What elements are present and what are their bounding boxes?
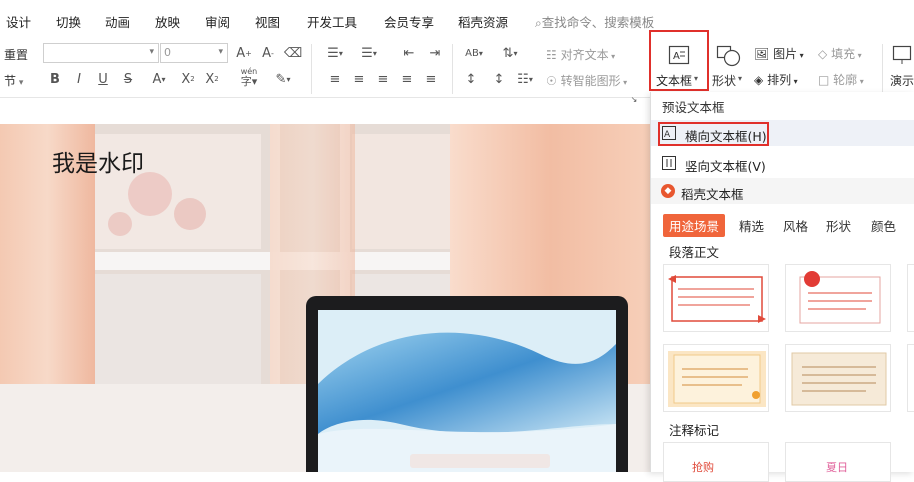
picture-icon: 🖼 [754,47,770,61]
template-thumbnail[interactable] [663,264,769,332]
search-box[interactable]: ⌕查找命令、搜索模板 [535,12,654,31]
smartart-button[interactable]: ☉ 转智能图形 ▾ [546,72,627,89]
vertical-textbox-icon [662,156,676,170]
align-center-icon[interactable]: ≡ [350,70,368,88]
grow-font-icon[interactable]: A + [234,44,254,62]
template-thumbnail[interactable]: 夏日 [785,442,891,482]
ribbon-toolbar: 重置 节 ▾ ▾ 0 ▾ A + A- ⌫ B I U S A ▾ X2 X2 wén… [0,30,914,104]
menu-review[interactable]: 审阅 [205,12,230,31]
tab-featured[interactable]: 精选 [739,216,764,235]
present-icon [892,45,912,64]
distribute-icon[interactable]: ≡ [422,70,440,88]
columns-icon[interactable]: ☷ ▾ [512,70,538,88]
menu-view[interactable]: 视图 [255,12,280,31]
docer-textbox-section: ◆ 稻壳文本框 [651,178,914,204]
chevron-down-icon: ▾ [149,47,154,57]
chevron-down-icon: ▾ [738,74,743,83]
align-right-icon[interactable]: ≡ [374,70,392,88]
docer-logo-icon: ◆ [661,184,675,198]
justify-icon[interactable]: ≡ [398,70,416,88]
menu-docer-resources[interactable]: 稻壳资源 [458,12,508,31]
fill-button[interactable]: ◇ 填充 ▾ [818,45,862,62]
shape-icon [716,45,741,67]
template-thumbnail[interactable] [785,264,891,332]
picture-button[interactable]: 🖼 图片 ▾ [754,45,804,62]
increase-indent-icon[interactable]: ⇥ [424,44,446,62]
annotation-heading: 注释标记 [669,423,720,438]
outline-icon: □ [818,73,830,87]
template-thumbnail[interactable]: 抢购 [663,442,769,482]
font-family-select[interactable]: ▾ [43,43,159,63]
clear-format-icon[interactable]: ⌫ [284,44,302,62]
bold-icon[interactable]: B [46,70,64,88]
search-icon: ⌕ [535,16,542,30]
present-button[interactable]: 演示 [888,39,914,91]
annotation-sample-label: 抢购 [692,461,714,474]
align-text-button[interactable]: ☷ 对齐文本 ▾ [546,46,615,63]
menu-transition[interactable]: 切换 [56,12,81,31]
chevron-down-icon: ▾ [218,47,223,57]
strikethrough-icon[interactable]: S [119,70,137,88]
slide-canvas[interactable]: 我是水印 [0,124,650,472]
tab-style[interactable]: 风格 [783,216,808,235]
textbox-highlight-box [649,30,709,91]
align-left-icon[interactable]: ≡ [326,70,344,88]
arrange-button[interactable]: ◈ 排列 ▾ [754,71,798,88]
template-thumbnail-image [668,351,766,407]
template-thumbnail-image [799,271,881,324]
reset-button[interactable]: 重置 [4,46,28,63]
preset-textbox-header: 预设文本框 [662,100,725,115]
text-direction-icon[interactable]: AB ▾ [460,44,488,62]
numbered-list-icon[interactable]: ☰ ▾ [356,44,382,62]
vertical-textbox-item[interactable]: 竖向文本框(V) [651,150,914,176]
template-thumbnail-image [791,352,887,406]
font-size-select[interactable]: 0 ▾ [160,43,228,63]
menu-member[interactable]: 会员专享 [384,12,434,31]
sort-icon[interactable]: ⇅ ▾ [496,44,524,62]
menu-bar: 设计 切换 动画 放映 审阅 视图 开发工具 会员专享 稻壳资源 ⌕查找命令、搜… [0,0,914,38]
highlight-icon[interactable]: ✎ ▾ [270,70,296,88]
template-thumbnail[interactable] [785,344,891,412]
section-button[interactable]: 节 ▾ [4,72,23,89]
menu-design[interactable]: 设计 [6,12,31,31]
arrange-icon: ◈ [754,73,764,87]
menu-developer-tools[interactable]: 开发工具 [307,12,357,31]
annotation-sample-label: 夏日 [826,461,848,474]
textbox-dropdown-panel: 预设文本框 A 横向文本框(H) 竖向文本框(V) ◆ 稻壳文本框 用途场景 精… [650,92,914,482]
tab-use-case[interactable]: 用途场景 [663,214,726,237]
decrease-indent-icon[interactable]: ⇤ [398,44,420,62]
tab-shape[interactable]: 形状 [826,216,851,235]
phonetic-guide-icon[interactable]: wén 字▾ [234,67,264,87]
smartart-icon: ☉ [546,74,557,88]
italic-icon[interactable]: I [70,70,88,88]
shrink-font-icon[interactable]: A- [258,44,278,62]
tab-color[interactable]: 颜色 [871,216,896,235]
paragraph-body-heading: 段落正文 [669,245,720,260]
font-color-icon[interactable]: A ▾ [146,70,172,88]
subscript-icon[interactable]: X2 [202,70,222,88]
dialog-launcher-icon[interactable]: ↘ [630,90,638,108]
paragraph-spacing-icon[interactable]: ↕ [488,70,510,88]
menu-slideshow[interactable]: 放映 [155,12,180,31]
template-thumbnail[interactable] [907,344,914,412]
bullet-list-icon[interactable]: ☰ ▾ [322,44,348,62]
underline-icon[interactable]: U [94,70,112,88]
line-spacing-icon[interactable]: ↕ [460,70,482,88]
template-thumbnail[interactable] [663,344,769,412]
menu-animation[interactable]: 动画 [105,12,130,31]
fill-icon: ◇ [818,47,828,61]
horizontal-textbox-highlight-box [658,122,769,146]
outline-button[interactable]: □ 轮廓 ▾ [818,71,864,88]
watermark-text[interactable]: 我是水印 [52,144,144,178]
template-thumbnail[interactable] [907,264,914,332]
template-thumbnail-image [668,275,766,323]
align-text-icon: ☷ [546,48,557,62]
shape-button[interactable]: 形状 ▾ [712,39,752,91]
superscript-icon[interactable]: X2 [178,70,198,88]
